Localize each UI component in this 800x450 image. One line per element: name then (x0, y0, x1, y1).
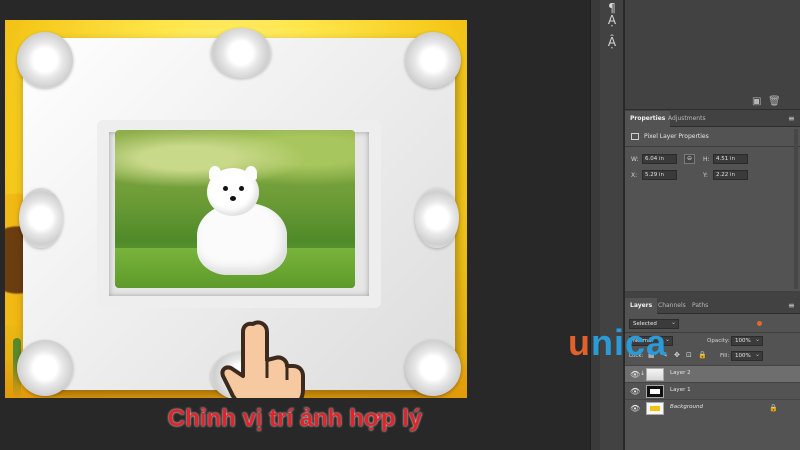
properties-tabbar: Properties Adjustments ≡ (625, 111, 800, 127)
lock-artboard-icon[interactable]: ⊡ (686, 352, 693, 359)
x-field[interactable]: 5.29 in (642, 170, 677, 180)
panel-divider[interactable] (590, 0, 600, 450)
panel-icon-column: ¶ Ạ Ậ (600, 0, 624, 450)
fill-label: Fill: (720, 353, 730, 359)
panel-menu-icon[interactable]: ≡ (788, 115, 796, 123)
white-puppy (187, 166, 287, 278)
layers-tabbar: Layers Channels Paths ≡ (625, 298, 800, 314)
puppy-ear (245, 166, 257, 180)
frame-ornament (17, 32, 73, 88)
properties-panel: Properties Adjustments ≡ Pixel Layer Pro… (625, 111, 800, 291)
pointing-hand-icon (220, 320, 305, 398)
filter-toggle-icon[interactable] (757, 321, 762, 326)
layer-thumbnail (646, 368, 664, 381)
layer-name[interactable]: Layer 2 (670, 370, 691, 376)
layer-row-layer-1[interactable]: 👁 Layer 1 (625, 382, 800, 399)
glyph-icon[interactable]: Ậ (604, 34, 620, 50)
visibility-eye-icon[interactable]: 👁 (630, 404, 640, 413)
x-label: X: (631, 172, 638, 179)
layer-lock-icon: 🔒 (769, 404, 778, 412)
top-empty-panel: ▣ 🗑 (625, 0, 800, 110)
caption-text: Chỉnh vị trí ảnh hợp lý (167, 405, 423, 432)
watermark-rest: nica (591, 322, 668, 363)
frame-ornament (211, 28, 271, 78)
frame-ornament (415, 188, 459, 248)
properties-heading-text: Pixel Layer Properties (644, 133, 709, 140)
puppy-nose (230, 196, 236, 201)
lock-position-icon[interactable]: ✥ (674, 352, 681, 359)
frame-ornament (19, 188, 63, 248)
layer-name[interactable]: Layer 1 (670, 387, 691, 393)
layer-name[interactable]: Background (670, 404, 703, 410)
visibility-eye-icon[interactable]: 👁 (630, 370, 640, 379)
y-field[interactable]: 2.22 in (713, 170, 748, 180)
canvas-area[interactable]: Chỉnh vị trí ảnh hợp lý (0, 0, 590, 450)
properties-scrollbar[interactable] (794, 129, 798, 289)
opacity-field[interactable]: 100% (731, 335, 763, 346)
visibility-eye-icon[interactable]: 👁 (630, 387, 640, 396)
height-label: H: (703, 156, 710, 163)
layer-row-background[interactable]: 👁 Background 🔒 (625, 399, 800, 416)
puppy-ear (209, 166, 221, 180)
document-canvas[interactable] (5, 20, 467, 398)
width-field[interactable]: 6.04 in (642, 154, 677, 164)
new-item-icon[interactable]: ▣ (752, 97, 762, 107)
puppy-eye (239, 186, 244, 191)
tab-paths[interactable]: Paths (687, 298, 713, 314)
divider (625, 146, 800, 147)
character-style-icon[interactable]: Ạ (604, 12, 620, 28)
frame-ornament (405, 340, 461, 396)
tab-adjustments[interactable]: Adjustments (663, 111, 711, 127)
height-field[interactable]: 4.51 in (713, 154, 748, 164)
unica-watermark-logo: unica (568, 322, 667, 364)
watermark-u: u (568, 322, 591, 363)
y-label: Y: (703, 172, 708, 179)
layer-thumbnail (646, 385, 664, 398)
dog-photo (115, 130, 355, 288)
opacity-label: Opacity: (707, 338, 730, 344)
layer-row-layer-2[interactable]: 👁 ↓ Layer 2 (625, 365, 800, 382)
puppy-eye (223, 186, 228, 191)
fill-field[interactable]: 100% (731, 350, 763, 361)
frame-ornament (405, 32, 461, 88)
tab-channels[interactable]: Channels (653, 298, 691, 314)
clipping-arrow-icon: ↓ (640, 370, 646, 377)
pixel-layer-icon (631, 133, 639, 140)
lock-all-icon[interactable]: 🔒 (698, 352, 707, 359)
trash-icon[interactable]: 🗑 (768, 97, 781, 107)
panel-menu-icon[interactable]: ≡ (788, 302, 796, 310)
layer-thumbnail (646, 402, 664, 415)
properties-heading: Pixel Layer Properties (631, 133, 709, 140)
frame-ornament (17, 340, 73, 396)
layers-panel: Layers Channels Paths ≡ Selected Normal … (625, 298, 800, 450)
link-dimensions-icon[interactable]: ⊖ (684, 154, 695, 164)
width-label: W: (631, 156, 639, 163)
right-panel-column: ▣ 🗑 Properties Adjustments ≡ Pixel Layer… (625, 0, 800, 450)
